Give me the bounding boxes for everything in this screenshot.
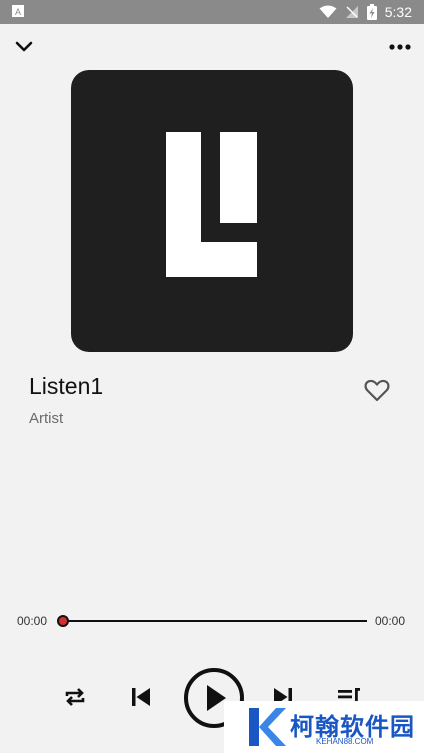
heart-outline-icon[interactable] — [363, 376, 391, 404]
total-time: 00:00 — [375, 614, 406, 628]
battery-charging-icon — [366, 4, 377, 20]
notification-a-icon: A — [12, 5, 24, 17]
watermark: 柯翰软件园 KEHAN88.COM — [224, 701, 424, 753]
watermark-logo-icon — [249, 708, 286, 746]
more-horizontal-icon[interactable] — [388, 36, 412, 58]
seek-thumb[interactable] — [57, 615, 69, 627]
status-time: 5:32 — [384, 4, 412, 20]
watermark-subtext: KEHAN88.COM — [316, 737, 374, 746]
track-artist: Artist — [29, 410, 64, 427]
svg-text:A: A — [15, 7, 21, 17]
app-logo-icon — [166, 132, 257, 277]
wifi-icon — [319, 5, 337, 18]
skip-previous-icon[interactable] — [128, 684, 154, 710]
repeat-icon[interactable] — [62, 684, 88, 710]
signal-icon — [345, 6, 358, 18]
seek-bar[interactable] — [57, 615, 367, 627]
album-art — [71, 70, 353, 352]
elapsed-time: 00:00 — [17, 614, 48, 628]
track-title: Listen1 — [29, 373, 104, 399]
status-bar: A 5:32 — [0, 0, 424, 24]
chevron-down-icon[interactable] — [13, 36, 35, 58]
